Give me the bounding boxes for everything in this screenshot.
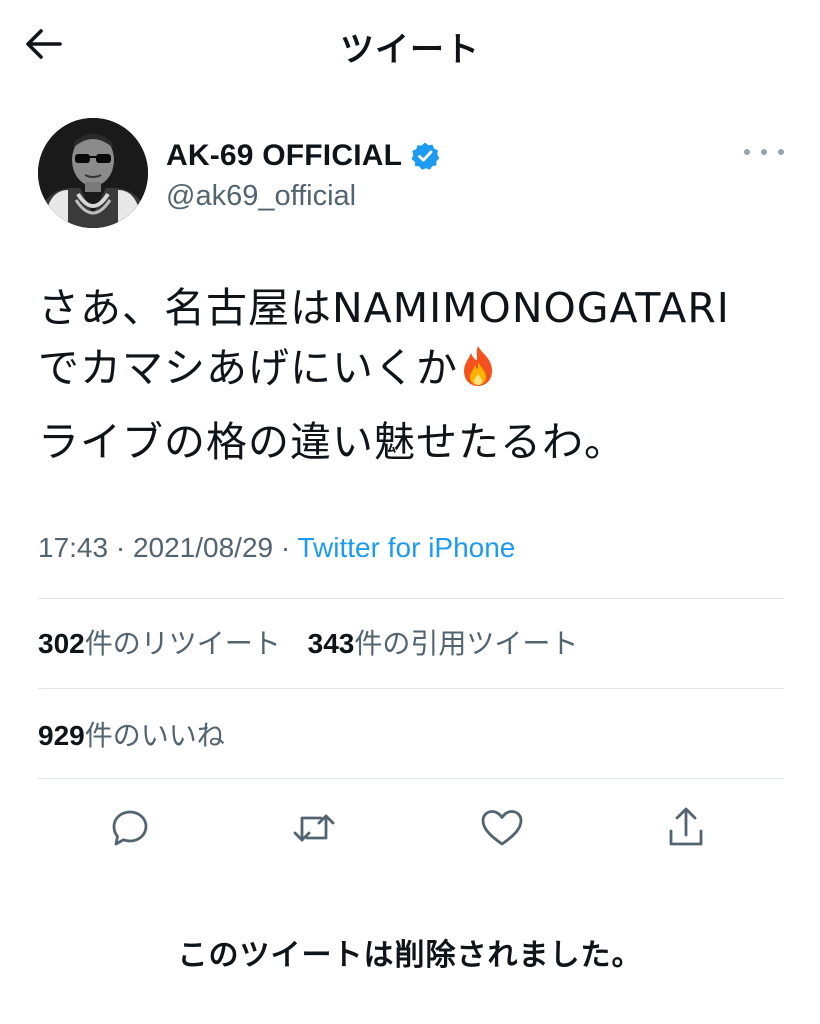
- user-handle[interactable]: @ak69_official: [166, 180, 440, 213]
- user-info: AK-69 OFFICIAL @ak69_official: [166, 136, 440, 213]
- share-button[interactable]: [656, 798, 716, 858]
- more-dot: [761, 149, 767, 155]
- deleted-notice: このツイートは削除されました。: [177, 938, 643, 973]
- tweet-date[interactable]: 2021/08/29: [133, 532, 273, 563]
- retweet-button[interactable]: [284, 798, 344, 858]
- verified-badge-icon: [411, 142, 440, 170]
- likes-stat[interactable]: 929件のいいね: [38, 719, 225, 752]
- stats-row-likes: 929件のいいね: [38, 714, 225, 754]
- tweet-meta: 17:43 · 2021/08/29 · Twitter for iPhone: [38, 532, 515, 564]
- heart-icon: [481, 810, 523, 846]
- retweet-icon: [293, 814, 335, 842]
- avatar[interactable]: [38, 118, 148, 228]
- tweet-time[interactable]: 17:43: [38, 532, 108, 563]
- tweet-text: さあ、名古屋はNAMIMONOGATARI でカマシあげにいくか ライブの格の違…: [38, 278, 784, 472]
- top-bar: ツイート: [0, 0, 820, 86]
- page-title: ツイート: [340, 30, 480, 70]
- more-dot: [778, 149, 784, 155]
- meta-separator: ·: [273, 532, 298, 563]
- display-name[interactable]: AK-69 OFFICIAL: [166, 139, 402, 173]
- quotes-label: 件の引用ツイート: [354, 627, 579, 660]
- meta-separator: ·: [108, 532, 133, 563]
- tweet-text-line: でカマシあげにいくか: [38, 344, 458, 392]
- retweets-label: 件のリツイート: [84, 627, 281, 660]
- divider: [38, 778, 784, 779]
- action-bar: [0, 798, 820, 858]
- tweet-text-line: ライブの格の違い魅せたるわ。: [38, 418, 626, 466]
- fire-emoji-icon: [458, 344, 498, 404]
- like-button[interactable]: [472, 798, 532, 858]
- quotes-count: 343: [307, 628, 355, 659]
- reply-icon: [112, 810, 148, 846]
- share-icon: [669, 807, 703, 846]
- stats-row-retweets: 302件のリツイート 343件の引用ツイート: [38, 622, 578, 662]
- more-dot: [744, 149, 750, 155]
- reply-button[interactable]: [100, 798, 160, 858]
- likes-count: 929: [38, 720, 85, 751]
- divider: [38, 688, 784, 689]
- tweet-text-line: さあ、名古屋はNAMIMONOGATARI: [38, 284, 730, 332]
- retweets-count: 302: [38, 628, 85, 659]
- avatar-image: [38, 118, 148, 228]
- retweets-stat[interactable]: 302件のリツイート: [38, 627, 281, 660]
- likes-label: 件のいいね: [84, 719, 225, 752]
- divider: [38, 598, 784, 599]
- quotes-stat[interactable]: 343件の引用ツイート: [308, 627, 579, 660]
- tweet-source-link[interactable]: Twitter for iPhone: [298, 532, 516, 563]
- more-options-button[interactable]: [744, 142, 784, 162]
